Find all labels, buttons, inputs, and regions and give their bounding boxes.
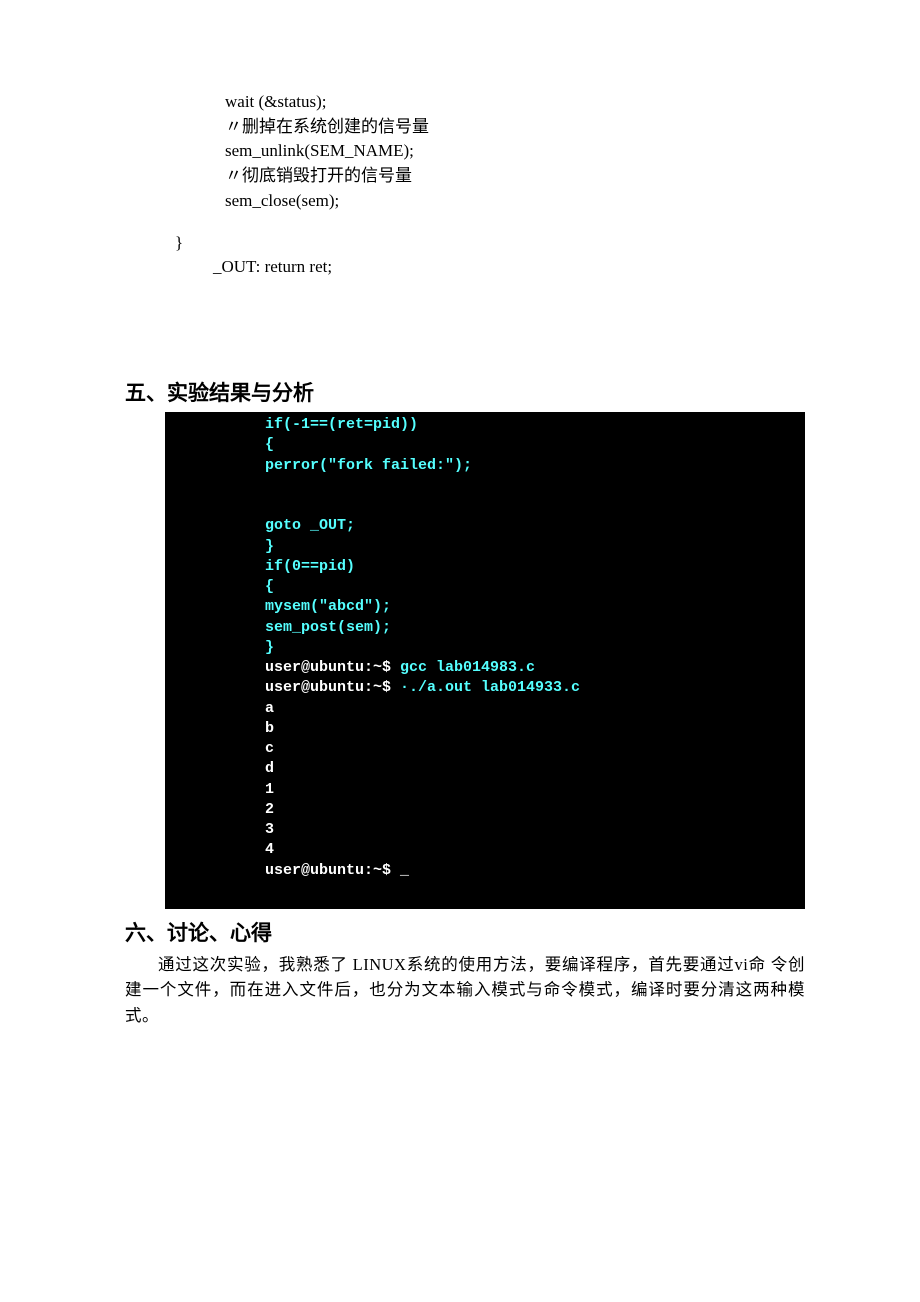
term-line: } [265, 639, 274, 656]
term-line: if(0==pid) [265, 558, 355, 575]
term-line: goto _OUT; [265, 517, 355, 534]
term-cmd: ·./a.out lab014933.c [400, 679, 580, 696]
term-line: sem_post(sem); [265, 619, 391, 636]
term-line: mysem("abcd"); [265, 598, 391, 615]
term-prompt: user@ubuntu:~$ [265, 679, 400, 696]
term-line: perror("fork failed:"); [265, 457, 472, 474]
term-out: 3 [265, 821, 274, 838]
term-cmd: gcc lab014983.c [400, 659, 535, 676]
section-heading-results: 五、实验结果与分析 [125, 377, 805, 407]
code-line: sem_unlink(SEM_NAME); [225, 141, 414, 160]
terminal-output: if(-1==(ret=pid)) { perror("fork failed:… [165, 412, 805, 909]
section-heading-discussion: 六、讨论、心得 [125, 917, 805, 947]
term-out: c [265, 740, 274, 757]
term-line: { [265, 436, 274, 453]
code-comment: 〃彻底销毁打开的信号量 [225, 166, 412, 185]
code-comment: 〃删掉在系统创建的信号量 [225, 117, 429, 136]
term-line: if(-1==(ret=pid)) [265, 416, 418, 433]
term-out: 4 [265, 841, 274, 858]
term-out: d [265, 760, 274, 777]
term-prompt: user@ubuntu:~$ _ [265, 862, 409, 879]
term-line: { [265, 578, 274, 595]
term-line: } [265, 538, 274, 555]
code-label: _OUT: return ret; [213, 255, 805, 279]
code-line: sem_close(sem); [225, 191, 339, 210]
term-out: a [265, 700, 274, 717]
code-brace: } [175, 233, 805, 253]
document-page: wait (&status); 〃删掉在系统创建的信号量 sem_unlink(… [0, 0, 920, 1302]
term-out: 2 [265, 801, 274, 818]
term-prompt: user@ubuntu:~$ [265, 659, 400, 676]
code-snippet: wait (&status); 〃删掉在系统创建的信号量 sem_unlink(… [225, 90, 805, 213]
term-out: 1 [265, 781, 274, 798]
term-out: b [265, 720, 274, 737]
discussion-paragraph: 通过这次实验，我熟悉了 LINUX系统的使用方法，要编译程序，首先要通过vi命 … [125, 952, 805, 1029]
code-line: wait (&status); [225, 92, 327, 111]
